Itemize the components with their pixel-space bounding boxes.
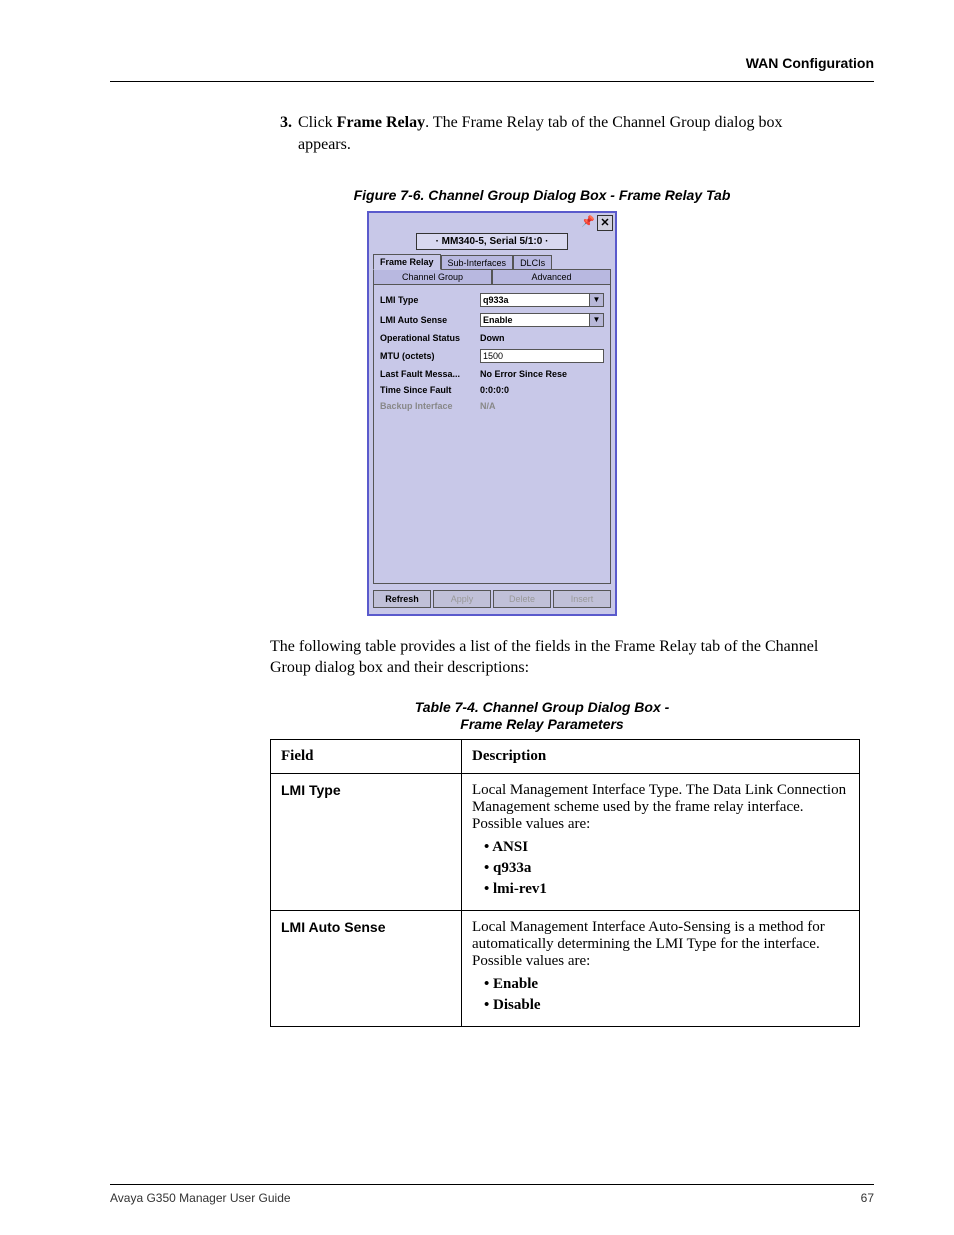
table-row: LMI Auto Sense Local Management Interfac… — [271, 910, 860, 1026]
row2-bullet: Disable — [484, 997, 849, 1014]
close-icon[interactable]: ✕ — [597, 215, 613, 231]
pin-icon[interactable]: 📌 — [581, 215, 595, 229]
chevron-down-icon[interactable]: ▼ — [590, 313, 604, 327]
row2-field: LMI Auto Sense — [281, 919, 386, 935]
time-since-fault-value: 0:0:0:0 — [480, 385, 509, 395]
delete-button[interactable]: Delete — [493, 590, 551, 608]
tab-channel-group[interactable]: Channel Group — [373, 269, 492, 284]
table-intro: The following table provides a list of t… — [270, 636, 854, 679]
lmi-type-label: LMI Type — [380, 295, 480, 305]
table-caption-line1: Table 7-4. Channel Group Dialog Box - — [415, 699, 670, 715]
row1-bullet: q933a — [484, 860, 849, 877]
row2-desc: Local Management Interface Auto-Sensing … — [472, 919, 849, 970]
table-caption-line2: Frame Relay Parameters — [460, 716, 623, 732]
lmi-type-select[interactable]: q933a — [480, 293, 590, 307]
tab-dlcis[interactable]: DLCIs — [513, 255, 552, 270]
apply-button[interactable]: Apply — [433, 590, 491, 608]
page-footer: Avaya G350 Manager User Guide 67 — [110, 1184, 874, 1205]
backup-interface-value: N/A — [480, 401, 496, 411]
step-prefix: Click — [298, 114, 337, 131]
refresh-button[interactable]: Refresh — [373, 590, 431, 608]
insert-button[interactable]: Insert — [553, 590, 611, 608]
footer-page-number: 67 — [861, 1191, 874, 1205]
mtu-input[interactable] — [480, 349, 604, 363]
mtu-label: MTU (octets) — [380, 351, 480, 361]
last-fault-value: No Error Since Rese — [480, 369, 567, 379]
time-since-fault-label: Time Since Fault — [380, 385, 480, 395]
tab-advanced[interactable]: Advanced — [492, 269, 611, 284]
tab-sub-interfaces[interactable]: Sub-Interfaces — [441, 255, 514, 270]
chevron-down-icon[interactable]: ▼ — [590, 293, 604, 307]
table-row: LMI Type Local Management Interface Type… — [271, 773, 860, 910]
row1-bullet: lmi-rev1 — [484, 881, 849, 898]
step-number: 3. — [280, 112, 292, 157]
operational-status-label: Operational Status — [380, 333, 480, 343]
th-description: Description — [462, 739, 860, 773]
backup-interface-label: Backup Interface — [380, 401, 480, 411]
step-bold: Frame Relay — [337, 114, 425, 131]
row1-desc: Local Management Interface Type. The Dat… — [472, 782, 849, 833]
th-field: Field — [271, 739, 462, 773]
table-caption: Table 7-4. Channel Group Dialog Box - Fr… — [210, 699, 874, 733]
parameters-table: Field Description LMI Type Local Managem… — [270, 739, 860, 1027]
row1-bullet: ANSI — [484, 839, 849, 856]
tab-frame-relay[interactable]: Frame Relay — [373, 254, 441, 270]
figure-caption: Figure 7-6. Channel Group Dialog Box - F… — [210, 187, 874, 203]
step-3: 3. Click Frame Relay. The Frame Relay ta… — [280, 112, 834, 157]
channel-group-dialog: 📌 ✕ · MM340-5, Serial 5/1:0 · Frame Rela… — [367, 211, 617, 616]
footer-left: Avaya G350 Manager User Guide — [110, 1191, 291, 1205]
dialog-panel: LMI Type q933a ▼ LMI Auto Sense Enable ▼… — [373, 284, 611, 584]
last-fault-label: Last Fault Messa... — [380, 369, 480, 379]
step-text: Click Frame Relay. The Frame Relay tab o… — [298, 112, 834, 157]
lmi-auto-sense-label: LMI Auto Sense — [380, 315, 480, 325]
row1-field: LMI Type — [281, 782, 341, 798]
operational-status-value: Down — [480, 333, 505, 343]
dialog-breadcrumb: · MM340-5, Serial 5/1:0 · — [416, 233, 568, 250]
lmi-auto-sense-select[interactable]: Enable — [480, 313, 590, 327]
page-header: WAN Configuration — [110, 55, 874, 82]
row2-bullet: Enable — [484, 976, 849, 993]
